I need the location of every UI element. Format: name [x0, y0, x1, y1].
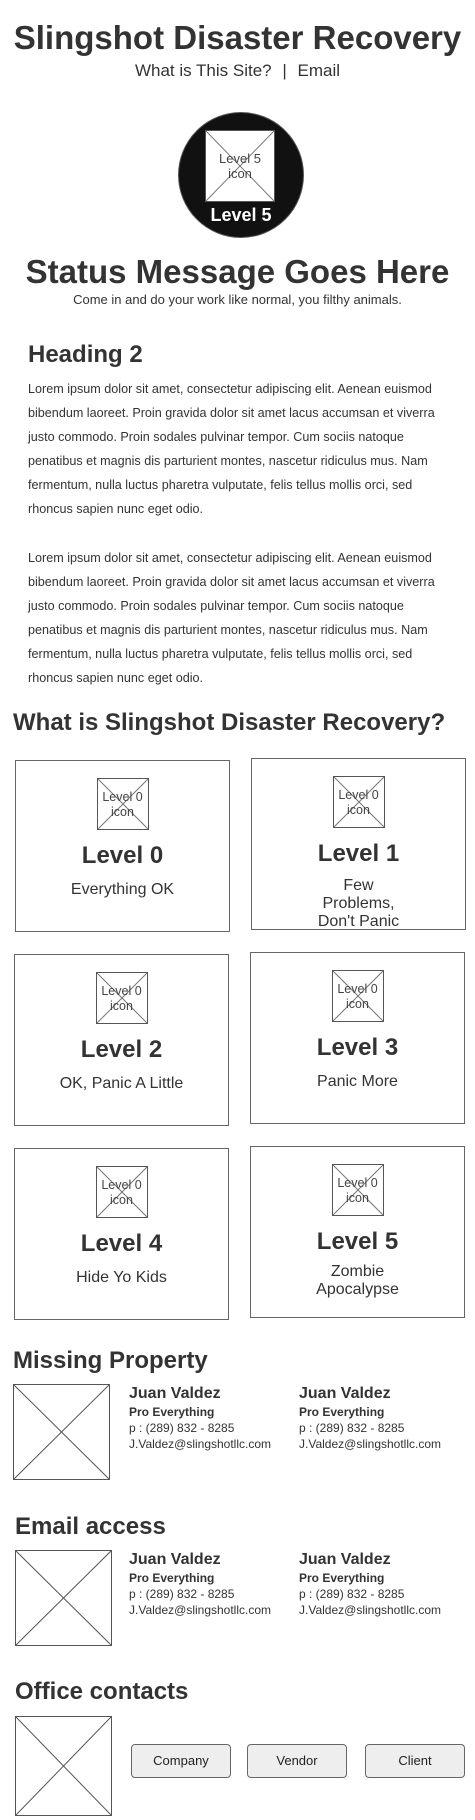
contact-card: Juan Valdez Pro Everything p : (289) 832…: [129, 1550, 289, 1618]
level-icon-label: Level 0 icon: [337, 1176, 378, 1205]
level-card-0: Level 0 icon Level 0 Everything OK: [15, 760, 230, 932]
contact-role: Pro Everything: [299, 1405, 385, 1419]
status-icon-label: Level 5 icon: [219, 151, 261, 181]
contact-phone: p : (289) 832 - 8285: [299, 1587, 405, 1601]
missing-property-title: Missing Property: [13, 1347, 208, 1374]
email-access-title: Email access: [15, 1513, 166, 1540]
email-access-image: [15, 1550, 112, 1646]
level-2-icon: Level 0 icon: [95, 972, 148, 1024]
content-heading: Heading 2: [28, 341, 143, 368]
contact-email[interactable]: J.Valdez@slingshotllc.com: [129, 1436, 289, 1452]
status-message: Status Message Goes Here: [25, 253, 450, 290]
level-card-2: Level 0 icon Level 2 OK, Panic A Little: [14, 954, 229, 1126]
contact-email[interactable]: J.Valdez@slingshotllc.com: [129, 1602, 289, 1618]
level-3-icon: Level 0 icon: [331, 970, 384, 1022]
level-card-1: Level 0 icon Level 1 Few Problems, Don't…: [251, 758, 466, 930]
level-card-5: Level 0 icon Level 5 Zombie Apocalypse: [250, 1146, 465, 1318]
content-paragraph: Lorem ipsum dolor sit amet, consectetur …: [28, 551, 435, 685]
vendor-button[interactable]: Vendor: [247, 1744, 347, 1778]
level-card-3: Level 0 icon Level 3 Panic More: [250, 952, 465, 1124]
level-0-icon: Level 0 icon: [96, 778, 149, 830]
contact-email[interactable]: J.Valdez@slingshotllc.com: [299, 1436, 459, 1452]
level-card-title: Level 1: [317, 840, 400, 867]
contact-email[interactable]: J.Valdez@slingshotllc.com: [299, 1602, 459, 1618]
nav-link-about[interactable]: What is This Site?: [135, 61, 272, 80]
contact-phone: p : (289) 832 - 8285: [299, 1421, 405, 1435]
content-paragraph: Lorem ipsum dolor sit amet, consectetur …: [28, 382, 435, 516]
nav-link-email[interactable]: Email: [298, 61, 341, 80]
level-card-title: Level 2: [80, 1036, 163, 1063]
office-contacts-title: Office contacts: [15, 1678, 189, 1705]
contact-role: Pro Everything: [129, 1571, 215, 1585]
contact-role: Pro Everything: [129, 1405, 215, 1419]
level-card-description: Panic More: [317, 1073, 398, 1090]
contact-name: Juan Valdez: [299, 1551, 391, 1568]
status-level-label: Level 5: [210, 205, 272, 225]
level-icon-label: Level 0 icon: [101, 984, 142, 1013]
contact-name: Juan Valdez: [129, 1385, 221, 1402]
level-icon-label: Level 0 icon: [337, 982, 378, 1011]
level-card-title: Level 5: [316, 1228, 399, 1255]
levels-section-title: What is Slingshot Disaster Recovery?: [13, 709, 446, 736]
contact-phone: p : (289) 832 - 8285: [129, 1421, 235, 1435]
contact-name: Juan Valdez: [129, 1551, 221, 1568]
level-icon-label: Level 0 icon: [338, 788, 379, 817]
missing-property-image: [13, 1384, 110, 1480]
office-contacts-image: [15, 1716, 112, 1816]
status-submessage: Come in and do your work like normal, yo…: [73, 292, 402, 307]
contact-card: Juan Valdez Pro Everything p : (289) 832…: [129, 1384, 289, 1452]
site-title: Slingshot Disaster Recovery: [13, 19, 462, 56]
level-icon-label: Level 0 icon: [101, 1178, 142, 1207]
level-5-icon: Level 0 icon: [331, 1164, 384, 1216]
level-icon-label: Level 0 icon: [102, 790, 143, 819]
contact-phone: p : (289) 832 - 8285: [129, 1587, 235, 1601]
level-card-title: Level 4: [80, 1230, 163, 1257]
contact-name: Juan Valdez: [299, 1385, 391, 1402]
nav-separator: |: [282, 61, 287, 80]
contact-card: Juan Valdez Pro Everything p : (289) 832…: [299, 1550, 459, 1618]
contact-card: Juan Valdez Pro Everything p : (289) 832…: [299, 1384, 459, 1452]
level-card-title: Level 3: [316, 1034, 399, 1061]
level-card-description: Few Problems, Don't Panic: [317, 877, 400, 930]
top-nav: What is This Site? | Email: [0, 60, 475, 82]
level-card-description: Everything OK: [70, 881, 175, 898]
level-card-title: Level 0: [81, 842, 164, 869]
company-button[interactable]: Company: [131, 1744, 231, 1778]
level-card-4: Level 0 icon Level 4 Hide Yo Kids: [14, 1148, 229, 1320]
level-card-description: OK, Panic A Little: [59, 1075, 184, 1092]
client-button[interactable]: Client: [365, 1744, 465, 1778]
level-card-description: Zombie Apocalypse: [316, 1263, 399, 1298]
level-card-description: Hide Yo Kids: [76, 1269, 167, 1286]
contact-role: Pro Everything: [299, 1571, 385, 1585]
level-1-icon: Level 0 icon: [332, 776, 385, 828]
level-4-icon: Level 0 icon: [95, 1166, 148, 1218]
status-level-icon: Level 5 icon: [205, 130, 275, 202]
